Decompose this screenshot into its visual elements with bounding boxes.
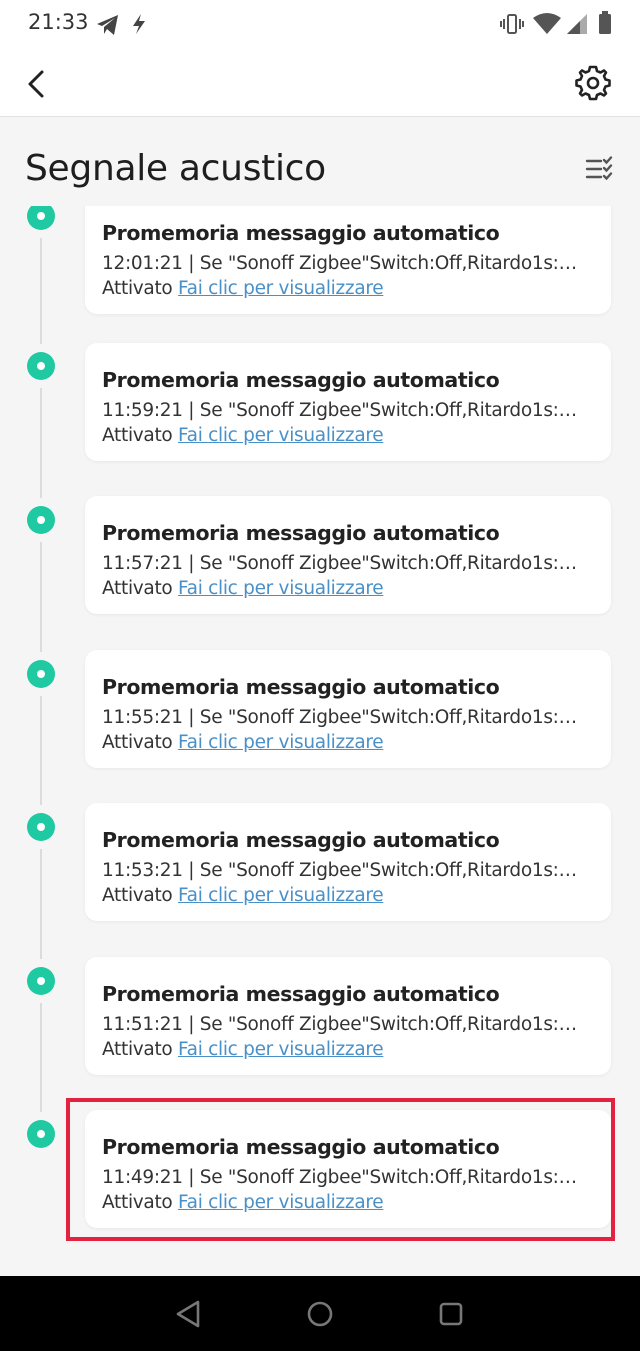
item-status: Attivato <box>102 732 173 753</box>
list-item[interactable]: Promemoria messaggio automatico 11:51:21 … <box>85 957 611 1075</box>
status-time: 21:33 <box>28 10 89 34</box>
status-bar: 21:33 <box>0 0 640 50</box>
item-status: Attivato <box>102 425 173 446</box>
timeline-connector <box>40 238 42 344</box>
item-title: Promemoria messaggio automatico <box>102 368 500 392</box>
item-status: Attivato <box>102 578 173 599</box>
timeline-connector <box>40 1003 42 1112</box>
item-title: Promemoria messaggio automatico <box>102 221 500 245</box>
item-title: Promemoria messaggio automatico <box>102 675 500 699</box>
item-status-row: Attivato Fai clic per visualizzare <box>102 425 384 446</box>
list-item[interactable]: Promemoria messaggio automatico 11:53:21 … <box>85 803 611 921</box>
view-details-link[interactable]: Fai clic per visualizzare <box>178 425 384 446</box>
timeline-dot-icon <box>27 967 55 995</box>
item-title: Promemoria messaggio automatico <box>102 828 500 852</box>
item-title: Promemoria messaggio automatico <box>102 521 500 545</box>
view-details-link[interactable]: Fai clic per visualizzare <box>178 732 384 753</box>
item-detail: 11:53:21 | Se "Sonoff Zigbee"Switch:Off,… <box>102 860 582 881</box>
view-details-link[interactable]: Fai clic per visualizzare <box>178 578 384 599</box>
list-item[interactable]: Promemoria messaggio automatico 12:01:21 … <box>85 206 611 314</box>
page-title: Segnale acustico <box>25 148 326 189</box>
highlight-box <box>66 1098 615 1241</box>
nav-back-button[interactable] <box>172 1296 208 1332</box>
signal-icon <box>567 14 587 34</box>
view-details-link[interactable]: Fai clic per visualizzare <box>178 1039 384 1060</box>
nav-home-button[interactable] <box>302 1296 338 1332</box>
view-details-link[interactable]: Fai clic per visualizzare <box>178 885 384 906</box>
checklist-icon <box>585 156 613 181</box>
item-title: Promemoria messaggio automatico <box>102 982 500 1006</box>
item-status-row: Attivato Fai clic per visualizzare <box>102 885 384 906</box>
list-item[interactable]: Promemoria messaggio automatico 11:57:21 … <box>85 496 611 614</box>
timeline-dot-icon <box>27 813 55 841</box>
timeline-dot-icon <box>27 660 55 688</box>
battery-icon <box>599 11 611 34</box>
item-status-row: Attivato Fai clic per visualizzare <box>102 1039 384 1060</box>
timeline-dot-icon <box>27 206 55 230</box>
timeline-dot-icon <box>27 352 55 380</box>
item-detail: 11:59:21 | Se "Sonoff Zigbee"Switch:Off,… <box>102 400 582 421</box>
lightning-icon <box>133 14 145 34</box>
back-triangle-icon <box>176 1300 200 1328</box>
item-detail: 11:51:21 | Se "Sonoff Zigbee"Switch:Off,… <box>102 1014 582 1035</box>
item-detail: 11:55:21 | Se "Sonoff Zigbee"Switch:Off,… <box>102 707 582 728</box>
view-details-link[interactable]: Fai clic per visualizzare <box>178 278 384 299</box>
timeline-connector <box>40 542 42 652</box>
timeline-connector <box>40 849 42 959</box>
list-item[interactable]: Promemoria messaggio automatico 11:59:21 … <box>85 343 611 461</box>
wifi-icon <box>533 13 561 34</box>
timeline-dot-icon <box>27 1120 55 1148</box>
gear-icon <box>575 65 611 101</box>
settings-button[interactable] <box>572 62 614 104</box>
telegram-icon <box>97 15 118 35</box>
recents-square-icon <box>439 1302 463 1326</box>
chevron-left-icon <box>28 70 44 98</box>
timeline-dot-icon <box>27 506 55 534</box>
item-status-row: Attivato Fai clic per visualizzare <box>102 578 384 599</box>
filter-button[interactable] <box>584 153 616 185</box>
timeline-connector <box>40 696 42 805</box>
item-detail: 12:01:21 | Se "Sonoff Zigbee"Switch:Off,… <box>102 253 582 274</box>
system-nav-bar <box>0 1276 640 1351</box>
timeline-connector <box>40 388 42 498</box>
item-status-row: Attivato Fai clic per visualizzare <box>102 278 384 299</box>
item-status: Attivato <box>102 885 173 906</box>
item-detail: 11:57:21 | Se "Sonoff Zigbee"Switch:Off,… <box>102 553 582 574</box>
item-status: Attivato <box>102 278 173 299</box>
item-status-row: Attivato Fai clic per visualizzare <box>102 732 384 753</box>
back-button[interactable] <box>18 64 58 104</box>
list-item[interactable]: Promemoria messaggio automatico 11:55:21 … <box>85 650 611 768</box>
item-status: Attivato <box>102 1039 173 1060</box>
vibrate-icon <box>500 14 524 34</box>
home-circle-icon <box>307 1301 333 1327</box>
app-header <box>0 50 640 117</box>
nav-recents-button[interactable] <box>433 1296 469 1332</box>
